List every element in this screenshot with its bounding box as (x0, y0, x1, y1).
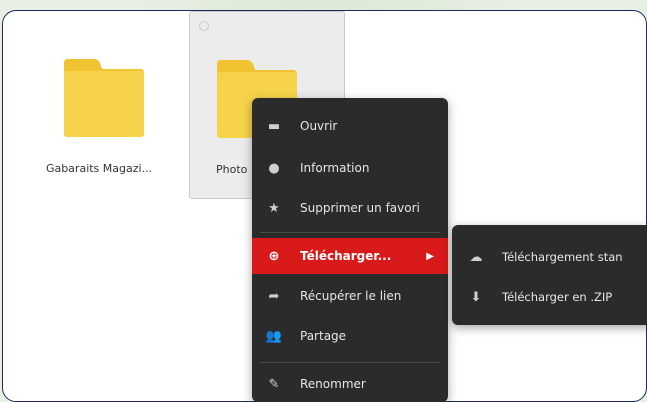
menu-item-share[interactable]: 👥 Partage (252, 318, 448, 354)
pencil-icon: ✎ (268, 376, 280, 392)
menu-item-information[interactable]: ● Information (252, 150, 448, 186)
menu-item-download[interactable]: ⊕ Télécharger... ▶ (252, 238, 448, 274)
download-plus-icon: ⊕ (268, 248, 280, 264)
menu-item-rename[interactable]: ✎ Renommer (252, 366, 448, 402)
menu-separator (260, 362, 440, 363)
info-icon: ● (268, 160, 280, 176)
folder-open-icon: ▬ (267, 118, 281, 134)
star-icon: ★ (268, 200, 280, 216)
context-menu: ▬ Ouvrir ● Information ★ Supprimer un fa… (252, 98, 448, 402)
share-arrow-icon: ➦ (268, 288, 280, 304)
cloud-download-icon: ☁ (469, 249, 483, 265)
zip-download-icon: ⬇ (470, 289, 482, 305)
folder-item[interactable]: Gabaraits Magazi... (21, 11, 177, 199)
selection-checkbox[interactable] (199, 21, 209, 31)
submenu-item-standard-download[interactable]: ☁ Téléchargement stan (452, 239, 647, 275)
download-submenu: ☁ Téléchargement stan ⬇ Télécharger en .… (452, 225, 647, 325)
users-icon: 👥 (265, 328, 283, 344)
submenu-arrow-icon: ▶ (426, 250, 434, 262)
menu-item-remove-favorite[interactable]: ★ Supprimer un favori (252, 190, 448, 226)
menu-item-get-link[interactable]: ➦ Récupérer le lien (252, 278, 448, 314)
folder-label: Gabaraits Magazi... (45, 162, 153, 175)
folder-icon (64, 59, 144, 137)
submenu-item-zip-download[interactable]: ⬇ Télécharger en .ZIP (452, 279, 647, 315)
menu-separator (260, 232, 440, 233)
menu-item-open[interactable]: ▬ Ouvrir (252, 108, 448, 144)
